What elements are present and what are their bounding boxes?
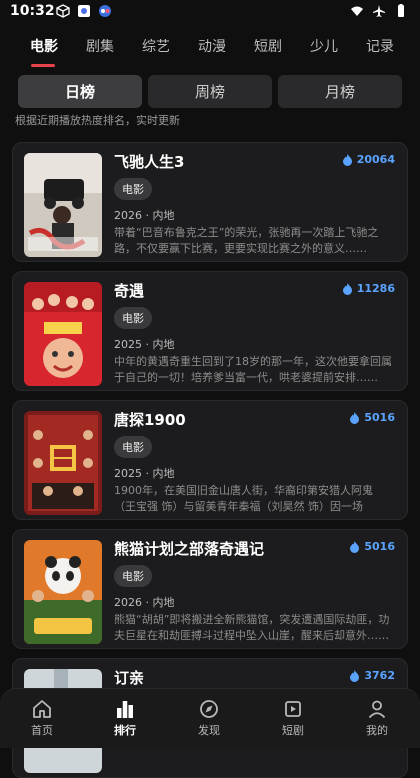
user-icon (368, 700, 386, 719)
item-title: 奇遇 (114, 282, 145, 300)
item-meta: 2025 · 内地 (114, 467, 175, 480)
poster-image (24, 411, 102, 515)
genre-tag: 电影 (114, 178, 152, 200)
tab-variety[interactable]: 综艺 (142, 36, 170, 56)
ranking-card[interactable]: 奇遇 11286 电影 2025 · 内地 中年的黄遇奇重生回到了18岁的那一年… (12, 271, 408, 391)
item-description: 1900年，在美国旧金山唐人街，华裔印第安猎人阿鬼（王宝强 饰）与留美青年秦福（… (114, 484, 373, 513)
tab-kids[interactable]: 少儿 (310, 36, 338, 56)
item-description: 熊猫“胡胡”即将搬进全新熊猫馆，突发遭遇国际劫匪，功夫巨星在和劫匪搏斗过程中坠入… (114, 613, 390, 642)
item-meta: 2025 · 内地 (114, 338, 175, 351)
heat-score: 20064 (342, 153, 395, 166)
compass-icon (200, 700, 218, 718)
flame-icon (342, 153, 352, 166)
ranking-card[interactable]: 飞驰人生3 20064 电影 2026 · 内地 带着“巴音布鲁克之王”的荣光，… (12, 142, 408, 262)
genre-tag: 电影 (114, 565, 152, 587)
nav-label: 排行 (114, 724, 136, 737)
poster-image (24, 153, 102, 257)
app-notification-icon (78, 5, 90, 17)
video-play-icon (285, 701, 301, 717)
item-title: 飞驰人生3 (114, 153, 185, 171)
item-meta: 2026 · 内地 (114, 596, 175, 609)
item-description: 带着“巴音布鲁克之王”的荣光，张驰再一次踏上飞驰之路，不仅要赢下比赛，更要实现比… (114, 226, 379, 255)
flame-icon (350, 540, 360, 553)
heat-value: 3762 (364, 669, 395, 682)
segment-monthly[interactable]: 月榜 (278, 75, 402, 108)
segment-daily[interactable]: 日榜 (18, 75, 142, 108)
cube-icon (56, 4, 70, 18)
genre-tag: 电影 (114, 307, 152, 329)
category-tabs: 电影 剧集 综艺 动漫 短剧 少儿 记录 (0, 30, 420, 70)
heat-score: 11286 (342, 282, 395, 295)
item-title: 订亲 (114, 669, 145, 687)
nav-label: 发现 (198, 724, 220, 737)
ranking-card[interactable]: 唐探1900 5016 电影 2025 · 内地 1900年，在美国旧金山唐人街… (12, 400, 408, 520)
tab-series[interactable]: 剧集 (86, 36, 114, 56)
nav-discover[interactable]: 发现 (174, 699, 244, 738)
poster-image (24, 540, 102, 644)
nav-label: 我的 (366, 724, 388, 737)
home-icon (33, 700, 51, 718)
tab-anime[interactable]: 动漫 (198, 36, 226, 56)
nav-profile[interactable]: 我的 (342, 699, 412, 738)
item-title: 唐探1900 (114, 411, 186, 429)
item-title: 熊猫计划之部落奇遇记 (114, 540, 265, 558)
heat-score: 5016 (349, 540, 395, 553)
genre-tag: 电影 (114, 436, 152, 458)
flame-icon (350, 669, 360, 682)
status-bar: 10:32 (0, 0, 420, 24)
tab-movie[interactable]: 电影 (30, 36, 58, 56)
heat-score: 3762 (349, 669, 395, 682)
heat-score: 5016 (349, 411, 395, 424)
nav-label: 首页 (31, 724, 53, 737)
item-description: 中年的黄遇奇重生回到了18岁的那一年，这次他要拿回属于自己的一切！培养爹当富一代… (114, 355, 392, 384)
segment-weekly[interactable]: 周榜 (148, 75, 272, 108)
item-meta: 2026 · 内地 (114, 209, 175, 222)
flame-icon (350, 411, 360, 424)
bottom-navigation: 首页 排行 发现 短剧 我的 (0, 688, 420, 748)
status-time: 10:32 (10, 3, 55, 19)
nav-label: 短剧 (282, 724, 304, 737)
tab-short-drama[interactable]: 短剧 (254, 36, 282, 56)
heat-value: 20064 (356, 153, 395, 166)
app-badge-icon (99, 5, 111, 17)
tab-documentary[interactable]: 记录 (366, 36, 394, 56)
bar-chart-icon (117, 701, 133, 718)
poster-image (24, 282, 102, 386)
nav-short-drama[interactable]: 短剧 (258, 699, 328, 738)
active-tab-indicator (31, 64, 55, 67)
nav-ranking[interactable]: 排行 (90, 699, 160, 738)
nav-home[interactable]: 首页 (7, 699, 77, 738)
flame-icon (342, 282, 352, 295)
battery-icon (398, 4, 404, 17)
airplane-icon (373, 5, 385, 17)
ranking-hint: 根据近期播放热度排名，实时更新 (15, 114, 180, 127)
heat-value: 5016 (364, 540, 395, 553)
heat-value: 11286 (356, 282, 395, 295)
wifi-icon (351, 6, 363, 16)
heat-value: 5016 (364, 411, 395, 424)
ranking-card[interactable]: 熊猫计划之部落奇遇记 5016 电影 2026 · 内地 熊猫“胡胡”即将搬进全… (12, 529, 408, 649)
